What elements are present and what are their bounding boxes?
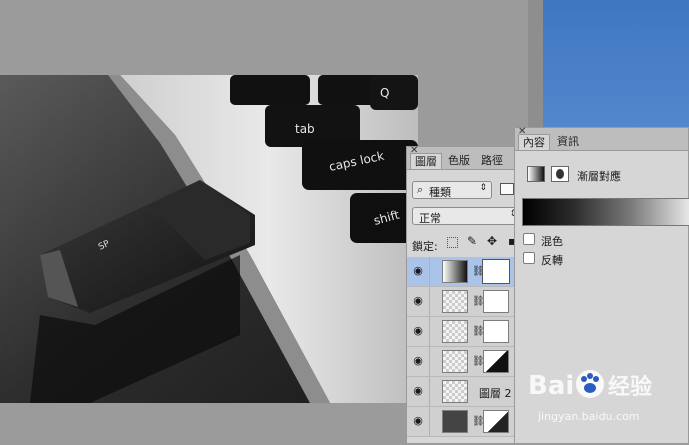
layer-thumb — [442, 320, 468, 343]
mask-circle-icon — [556, 169, 564, 179]
layer-row[interactable]: ◉ ⛓ — [407, 317, 527, 347]
layer-row[interactable]: ◉ ⛓ — [407, 347, 527, 377]
blend-mode-select[interactable]: 正常 ⇕ — [412, 207, 522, 225]
baidu-watermark-logo: Bai 经验 — [528, 362, 683, 406]
layers-panel: ✕ 圖層 色版 路徑 ⌕ 種類 ⇕ 正常 ⇕ 鎖定: ✎ ✥ ▪ ◉ ⛓ ◉ ⛓ — [406, 146, 528, 444]
adjustment-gradient-icon — [442, 260, 468, 283]
properties-panel-tabbar: ✕ 內容 資訊 — [515, 127, 688, 151]
layer-mask-thumb[interactable] — [483, 410, 509, 433]
layer-name: 圖層 2 — [479, 387, 512, 400]
key-tab-label: tab — [295, 122, 315, 136]
tab-paths[interactable]: 路徑 — [477, 153, 507, 169]
link-chain-icon[interactable]: ⛓ — [472, 355, 485, 369]
link-chain-icon[interactable]: ⛓ — [472, 325, 485, 339]
tab-properties[interactable]: 內容 — [518, 134, 550, 150]
layer-mask-thumb[interactable] — [483, 290, 509, 313]
link-chain-icon[interactable]: ⛓ — [472, 295, 485, 309]
eye-icon[interactable]: ◉ — [411, 384, 425, 398]
layer-mask-thumb[interactable] — [483, 320, 509, 343]
mask-icon[interactable] — [551, 166, 569, 182]
filter-kind-value: 種類 — [429, 186, 451, 199]
eye-icon[interactable]: ◉ — [411, 414, 425, 428]
layers-panel-tabbar: ✕ 圖層 色版 路徑 — [407, 146, 527, 170]
row-divider — [429, 377, 430, 406]
blend-mode-value: 正常 — [419, 212, 441, 225]
row-divider — [429, 347, 430, 376]
gradient-bar[interactable] — [522, 198, 689, 226]
layer-row[interactable]: ◉ ⛓ — [407, 287, 527, 317]
layer-thumb — [442, 410, 468, 433]
eye-icon[interactable]: ◉ — [411, 294, 425, 308]
lock-transparent-icon[interactable] — [447, 237, 458, 248]
watermark-url: jingyan.baidu.com — [538, 410, 640, 423]
layer-mask-thumb[interactable] — [483, 350, 509, 373]
eye-icon[interactable]: ◉ — [411, 264, 425, 278]
row-divider — [429, 287, 430, 316]
chevron-updown-icon: ⇕ — [479, 183, 487, 193]
link-chain-icon[interactable]: ⛓ — [472, 265, 485, 279]
canvas-photo: tab Q caps lock shift SP — [0, 75, 418, 403]
dither-label: 混色 — [541, 235, 563, 248]
eye-icon[interactable]: ◉ — [411, 354, 425, 368]
layer-thumb — [442, 350, 468, 373]
lock-label: 鎖定: — [412, 240, 438, 253]
reverse-checkbox[interactable] — [523, 252, 535, 264]
adjustment-title: 漸層對應 — [577, 170, 621, 183]
tab-channels[interactable]: 色版 — [444, 153, 474, 169]
svg-text:经验: 经验 — [608, 374, 652, 400]
layer-row[interactable]: ◉ ⛓ — [407, 407, 527, 437]
lock-move-icon[interactable]: ✥ — [487, 234, 497, 248]
layer-thumb — [442, 380, 468, 403]
dither-checkbox[interactable] — [523, 233, 535, 245]
svg-text:Bai: Bai — [528, 371, 574, 401]
layer-row-layer-2[interactable]: ◉ 圖層 2 — [407, 377, 527, 407]
row-divider — [429, 257, 430, 286]
layer-thumb — [442, 290, 468, 313]
gradient-map-icon[interactable] — [527, 166, 545, 182]
reverse-label: 反轉 — [541, 254, 563, 267]
layer-list: ◉ ⛓ ◉ ⛓ ◉ ⛓ ◉ ⛓ ◉ 圖層 2 ◉ ⛓ — [407, 257, 527, 445]
row-divider — [429, 407, 430, 436]
usb-laptop-photo: tab Q caps lock shift SP — [0, 75, 418, 403]
image-filter-icon[interactable] — [500, 183, 514, 195]
layer-mask-thumb[interactable] — [482, 259, 510, 284]
row-divider — [429, 317, 430, 346]
layer-row-gradient-map[interactable]: ◉ ⛓ — [407, 257, 527, 287]
baidu-paw-logo: Bai 经验 — [528, 370, 652, 401]
eye-icon[interactable]: ◉ — [411, 324, 425, 338]
lock-brush-icon[interactable]: ✎ — [467, 234, 477, 248]
tab-info[interactable]: 資訊 — [553, 134, 583, 150]
tab-layers[interactable]: 圖層 — [410, 153, 442, 169]
search-icon: ⌕ — [417, 183, 424, 196]
link-chain-icon[interactable]: ⛓ — [472, 415, 485, 429]
key-q-label: Q — [380, 86, 389, 100]
filter-kind-select[interactable]: ⌕ 種類 ⇕ — [412, 181, 492, 199]
